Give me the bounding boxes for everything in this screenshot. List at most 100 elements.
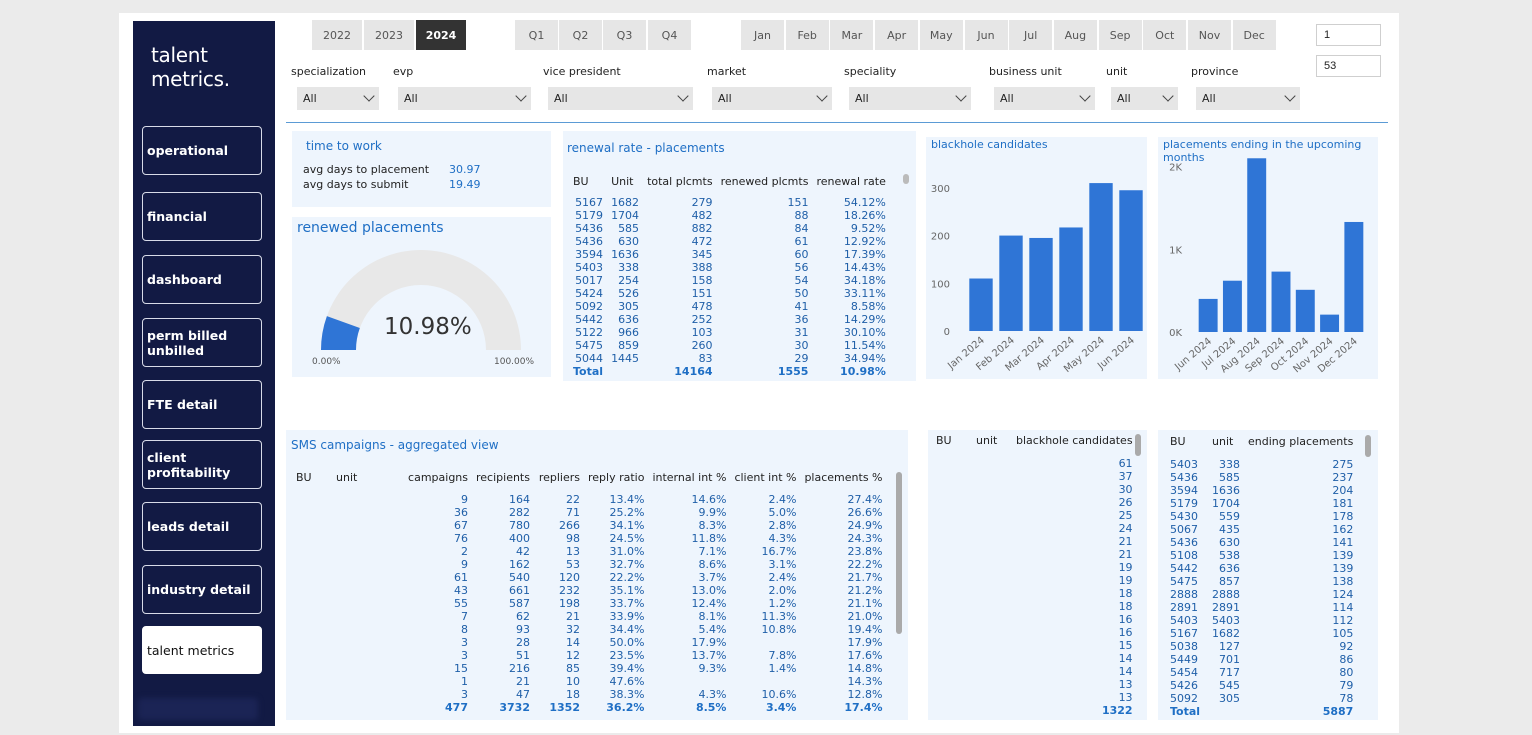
filter-dropdown-vice-president[interactable]: All (548, 87, 693, 110)
column-header[interactable]: unit (972, 434, 1012, 455)
filter-dropdown-speciality[interactable]: All (849, 87, 971, 110)
column-header[interactable]: reply ratio (584, 471, 648, 490)
column-header[interactable]: internal int % (648, 471, 730, 490)
table-cell: 3 (461, 649, 468, 662)
blurred-unit-cell (972, 665, 1012, 678)
bar[interactable] (1089, 183, 1113, 331)
column-header[interactable]: BU (292, 471, 332, 490)
renewal-scrollbar[interactable] (903, 174, 909, 184)
table-row: 5436 585 882 84 9.52% (569, 222, 890, 235)
table-cell: 31.0% (609, 545, 645, 558)
sms-scrollbar[interactable] (896, 472, 902, 634)
table-row: 5167 1682 105 (1166, 627, 1357, 640)
quarter-q3-button[interactable]: Q3 (603, 20, 646, 50)
table-row: 3 47 18 38.3% 4.3% 10.6% 12.8% (292, 688, 887, 701)
column-header[interactable]: Unit (607, 175, 643, 194)
column-header[interactable]: client int % (730, 471, 800, 490)
table-cell: 7.1% (698, 545, 727, 558)
ending-scrollbar[interactable] (1365, 435, 1371, 457)
column-header[interactable]: renewed plcmts (717, 175, 813, 194)
month-jan-button[interactable]: Jan (741, 20, 784, 50)
nav-talent-metrics[interactable]: talent metrics (142, 626, 262, 674)
filter-dropdown-unit[interactable]: All (1111, 87, 1178, 110)
bar[interactable] (1059, 227, 1083, 331)
bar[interactable] (1295, 289, 1315, 332)
column-header[interactable]: recipients (472, 471, 534, 490)
year-2024-button[interactable]: 2024 (416, 20, 466, 50)
month-oct-button[interactable]: Oct (1143, 20, 1187, 50)
range-to-input[interactable] (1316, 55, 1381, 77)
table-cell: 18 (1118, 587, 1133, 600)
nav-fte-detail[interactable]: FTE detail (142, 380, 262, 429)
filter-dropdown-specialization[interactable]: All (297, 87, 379, 110)
table-cell: 60 (794, 248, 809, 261)
column-header[interactable]: BU (1166, 435, 1208, 456)
filter-dropdown-evp[interactable]: All (398, 87, 531, 110)
month-mar-button[interactable]: Mar (830, 20, 874, 50)
nav-dashboard[interactable]: dashboard (142, 255, 262, 304)
quarter-q2-button[interactable]: Q2 (559, 20, 602, 50)
nav-industry-detail[interactable]: industry detail (142, 565, 262, 614)
column-header[interactable]: campaigns (392, 471, 472, 490)
filter-label-market: market (707, 65, 747, 78)
bar[interactable] (1222, 280, 1242, 332)
column-header[interactable]: unit (332, 471, 392, 490)
column-header[interactable]: renewal rate (812, 175, 889, 194)
year-2023-button[interactable]: 2023 (364, 20, 414, 50)
bar[interactable] (969, 278, 993, 331)
quarter-q4-button[interactable]: Q4 (648, 20, 691, 50)
bar[interactable] (1344, 221, 1364, 332)
nav-perm-billed-unbilled[interactable]: perm billed unbilled (142, 318, 262, 367)
column-header[interactable]: repliers (534, 471, 584, 490)
quarter-q1-button[interactable]: Q1 (515, 20, 558, 50)
nav-operational[interactable]: operational (142, 126, 262, 175)
filter-dropdown-market[interactable]: All (712, 87, 832, 110)
bar[interactable] (1320, 314, 1340, 332)
column-header[interactable]: unit (1208, 435, 1244, 456)
column-header[interactable]: placements % (800, 471, 886, 490)
month-sep-button[interactable]: Sep (1098, 20, 1142, 50)
table-cell: 24 (1118, 522, 1133, 535)
table-cell: 7.8% (768, 649, 797, 662)
total-cell (607, 365, 643, 378)
bar[interactable] (1198, 298, 1218, 332)
total-cell (1208, 705, 1244, 718)
table-cell: 103 (691, 326, 713, 339)
nav-financial[interactable]: financial (142, 192, 262, 241)
month-jul-button[interactable]: Jul (1009, 20, 1053, 50)
table-row: 2 42 13 31.0% 7.1% 16.7% 23.8% (292, 545, 887, 558)
month-aug-button[interactable]: Aug (1053, 20, 1097, 50)
column-header[interactable]: total plcmts (643, 175, 717, 194)
filter-dropdown-province[interactable]: All (1196, 87, 1300, 110)
month-nov-button[interactable]: Nov (1188, 20, 1231, 50)
table-cell: 5436 (1170, 471, 1198, 484)
range-from-input[interactable] (1316, 24, 1381, 46)
nav-leads-detail[interactable]: leads detail (142, 502, 262, 551)
bar[interactable] (1119, 190, 1143, 331)
bar[interactable] (1247, 158, 1267, 332)
year-2022-button[interactable]: 2022 (312, 20, 362, 50)
month-may-button[interactable]: May (919, 20, 963, 50)
month-jun-button[interactable]: Jun (964, 20, 1008, 50)
bar[interactable] (999, 235, 1023, 331)
month-dec-button[interactable]: Dec (1232, 20, 1276, 50)
month-feb-button[interactable]: Feb (785, 20, 829, 50)
column-header[interactable]: ending placements (1244, 435, 1357, 456)
bar[interactable] (1029, 237, 1053, 331)
table-cell (648, 675, 730, 688)
table-header-row: BU unit blackhole candidates (932, 434, 1137, 455)
column-header[interactable]: BU (932, 434, 972, 455)
table-cell: 83 (698, 352, 713, 365)
nav-client-profitability[interactable]: client profitability (142, 440, 262, 489)
column-header[interactable]: BU (569, 175, 607, 194)
filter-dropdown-business-unit[interactable]: All (994, 87, 1095, 110)
column-header[interactable]: blackhole candidates (1012, 434, 1137, 455)
blackhole-scrollbar[interactable] (1135, 434, 1141, 456)
filter-label-vice-president: vice president (543, 65, 621, 78)
month-apr-button[interactable]: Apr (875, 20, 919, 50)
bar[interactable] (1271, 271, 1291, 332)
blackhole-table: BU unit blackhole candidates 61 37 30 26 25 24 21… (932, 434, 1137, 717)
table-row: 9 164 22 13.4% 14.6% 2.4% 27.4% (292, 490, 887, 506)
table-row: 9 162 53 32.7% 8.6% 3.1% 22.2% (292, 558, 887, 571)
table-cell: 51 (515, 649, 530, 662)
